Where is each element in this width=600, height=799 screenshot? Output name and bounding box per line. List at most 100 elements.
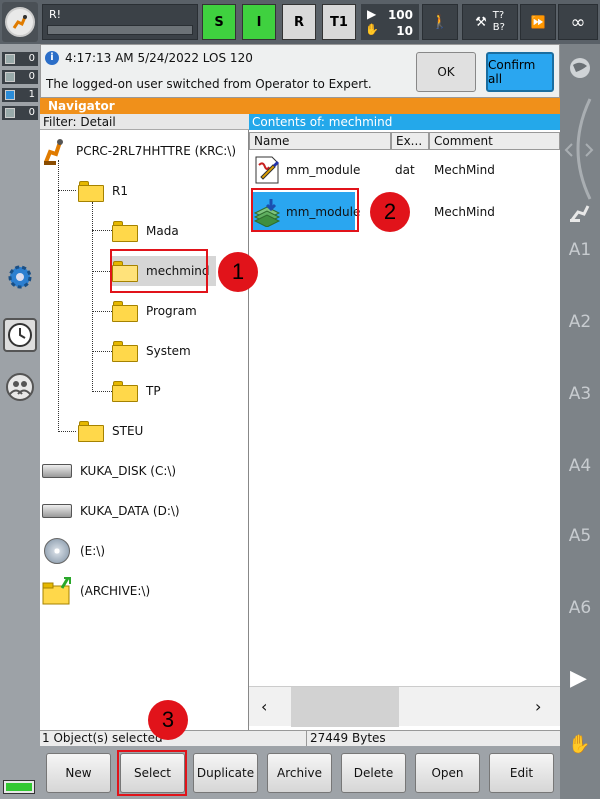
message-counter-ack[interactable]: 0 [2, 52, 38, 66]
continuous-jog-button[interactable]: ∞ [558, 4, 598, 40]
tree-node-system[interactable]: System [112, 336, 191, 366]
column-header-ext[interactable]: Ex... [391, 132, 429, 150]
progress-track [47, 25, 193, 35]
jog-hand-icon[interactable]: ✋ [568, 734, 590, 755]
axis-a3-key[interactable]: A3 [560, 384, 600, 404]
delete-button[interactable]: Delete [341, 753, 406, 793]
ok-button[interactable]: OK [416, 52, 476, 92]
column-header-comment[interactable]: Comment [429, 132, 560, 150]
robot-interpreter-status[interactable]: R [282, 4, 316, 40]
axis-a4-key[interactable]: A4 [560, 456, 600, 476]
jog-increment-button[interactable]: ⏩ [520, 4, 556, 40]
tree-line [58, 190, 76, 191]
dat-file-icon [255, 156, 279, 184]
axis-a2-key[interactable]: A2 [560, 312, 600, 332]
tree-node-kuka-data[interactable]: KUKA_DATA (D:\) [42, 496, 180, 526]
column-header-name[interactable]: Name [249, 132, 391, 150]
clock-icon [8, 323, 32, 347]
message-window: i 4:17:13 AM 5/24/2022 LOS 120 The logge… [40, 44, 560, 98]
tree-node-r1[interactable]: R1 [78, 176, 128, 206]
confirm-all-button[interactable]: Confirm all [486, 52, 554, 92]
axis-a5-key[interactable]: A5 [560, 526, 600, 546]
tree-node-steu[interactable]: STEU [78, 416, 143, 446]
tree-line [58, 160, 59, 432]
open-button[interactable]: Open [415, 753, 480, 793]
infinity-icon: ∞ [570, 11, 586, 33]
callout-badge-3: 3 [148, 700, 188, 740]
tree-node-e-drive[interactable]: (E:\) [44, 536, 105, 566]
user-group-button[interactable] [3, 370, 37, 404]
submit-interpreter-status[interactable]: S [202, 4, 236, 40]
tree-node-label: Program [146, 304, 197, 318]
horizontal-scrollbar[interactable]: ‹ › [249, 686, 560, 727]
callout-badge-1: 1 [218, 252, 258, 292]
right-jog-sidebar: A1 A2 A3 A4 A5 A6 ▶ ✋ [560, 44, 600, 799]
directory-tree: PCRC-2RL7HHTTRE (KRC:\) R1 Mada mechmind… [40, 130, 249, 730]
scroll-left-icon[interactable]: ‹ [261, 697, 267, 716]
globe-button[interactable] [568, 56, 592, 80]
file-row[interactable]: mm_module dat MechMind [249, 152, 560, 188]
tree-node-root[interactable]: PCRC-2RL7HHTTRE (KRC:\) [42, 136, 236, 166]
folder-icon [78, 180, 104, 202]
tree-node-mada[interactable]: Mada [112, 216, 179, 246]
settings-gear-button[interactable] [3, 260, 37, 294]
scroll-right-icon[interactable]: › [535, 697, 541, 716]
tree-node-archive[interactable]: (ARCHIVE:\) [42, 576, 150, 606]
tree-line [92, 311, 112, 312]
tree-line [58, 431, 76, 432]
active-tool-base-button[interactable]: ⚒ T? B? [462, 4, 518, 40]
robot-name-field[interactable]: R! [42, 4, 198, 40]
ack-message-icon [5, 54, 15, 64]
robot-jog-button[interactable] [568, 200, 592, 224]
selection-size: 27449 Bytes [310, 731, 386, 745]
filter-label[interactable]: Filter: Detail [40, 114, 249, 130]
wait-message-icon [5, 108, 15, 118]
file-ext: dat [395, 163, 415, 177]
selection-count: 1 Object(s) selected [42, 731, 163, 745]
battery-fill [6, 783, 32, 791]
main-menu-button[interactable] [2, 2, 38, 42]
folder-icon [112, 220, 138, 242]
tree-node-label: Mada [146, 224, 179, 238]
hard-drive-icon [42, 504, 72, 518]
robot-name: R! [49, 8, 62, 21]
folder-icon [112, 300, 138, 322]
scroll-thumb[interactable] [291, 687, 399, 727]
top-status-bar: R! S I R T1 ▶ 100 ✋ 10 🚶 ⚒ T? B? ⏩ ∞ [0, 0, 600, 44]
drives-status[interactable]: I [242, 4, 276, 40]
edit-button[interactable]: Edit [489, 753, 554, 793]
tree-node-program[interactable]: Program [112, 296, 197, 326]
folder-icon [112, 340, 138, 362]
new-button[interactable]: New [46, 753, 111, 793]
run-mode-button[interactable]: 🚶 [422, 4, 458, 40]
callout-badge-2: 2 [370, 192, 410, 232]
folder-icon [112, 380, 138, 402]
walking-person-icon: 🚶 [431, 14, 449, 30]
tree-node-label: KUKA_DISK (C:\) [80, 464, 177, 478]
file-name: mm_module [286, 163, 361, 177]
kuka-robot-icon [5, 7, 35, 37]
axis-a6-key[interactable]: A6 [560, 598, 600, 618]
jog-increment-icon: ⏩ [530, 15, 546, 29]
archive-folder-icon [42, 577, 71, 605]
wheel-arrows-icon [564, 98, 594, 200]
robot-controller-icon [44, 139, 63, 165]
message-timestamp: 4:17:13 AM 5/24/2022 LOS 120 [65, 51, 253, 65]
hard-drive-icon [42, 464, 72, 478]
space-mouse-wheel[interactable] [562, 94, 598, 204]
duplicate-button[interactable]: Duplicate [193, 753, 258, 793]
tree-node-label: System [146, 344, 191, 358]
message-counter-wait[interactable]: 0 [2, 106, 38, 120]
start-play-icon[interactable]: ▶ [570, 666, 587, 691]
jog-override-value: 10 [396, 24, 413, 38]
operating-mode-button[interactable]: T1 [322, 4, 356, 40]
tree-node-kuka-disk[interactable]: KUKA_DISK (C:\) [42, 456, 176, 486]
axis-a1-key[interactable]: A1 [560, 240, 600, 260]
clock-button[interactable] [3, 318, 37, 352]
message-counter-info[interactable]: 1 [2, 88, 38, 102]
override-button[interactable]: ▶ 100 ✋ 10 [361, 4, 419, 40]
message-counter-status[interactable]: 0 [2, 70, 38, 84]
navigator-title: Navigator [40, 98, 560, 114]
archive-button[interactable]: Archive [267, 753, 332, 793]
tree-node-tp[interactable]: TP [112, 376, 161, 406]
